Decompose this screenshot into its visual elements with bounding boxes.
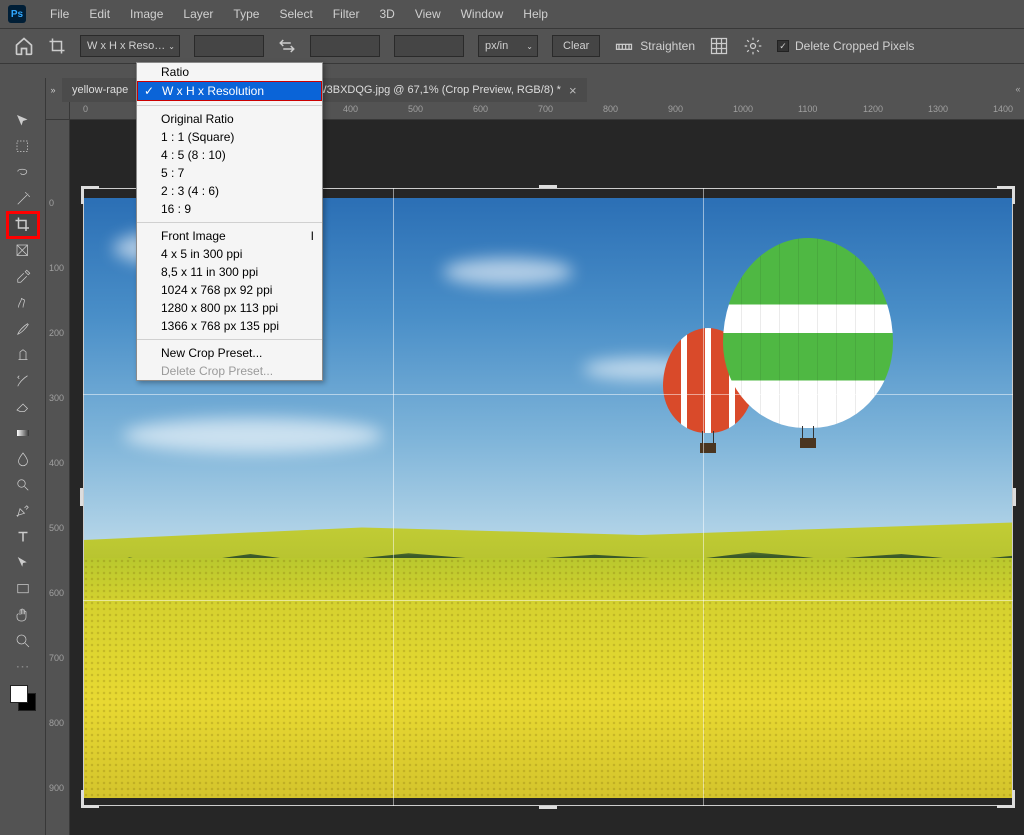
menu-window[interactable]: Window [451, 3, 514, 25]
panel-expand-icon[interactable]: « [1012, 78, 1024, 100]
options-bar: W x H x Reso… ⌄ px/in ⌄ Clear Straighten… [0, 28, 1024, 64]
preset-item[interactable]: 1 : 1 (Square) [137, 128, 322, 146]
brush-tool[interactable] [7, 316, 39, 342]
path-selection-tool[interactable] [7, 550, 39, 576]
menu-3d[interactable]: 3D [369, 3, 404, 25]
menu-bar: Ps FileEditImageLayerTypeSelectFilter3DV… [0, 0, 1024, 28]
balloon-green [723, 238, 893, 448]
unit-label: px/in [485, 40, 508, 52]
hand-tool[interactable] [7, 602, 39, 628]
move-tool[interactable] [7, 108, 39, 134]
crop-options-icon[interactable] [743, 36, 763, 56]
clear-button[interactable]: Clear [552, 35, 600, 57]
menu-image[interactable]: Image [120, 3, 173, 25]
edit-toolbar-icon[interactable]: ⋯ [16, 658, 30, 675]
resolution-unit-select[interactable]: px/in ⌄ [478, 35, 538, 57]
healing-brush-tool[interactable] [7, 290, 39, 316]
pen-tool[interactable] [7, 498, 39, 524]
menu-type[interactable]: Type [223, 3, 269, 25]
crop-height-input[interactable] [310, 35, 380, 57]
history-brush-tool[interactable] [7, 368, 39, 394]
tools-panel: ⋯ [0, 78, 46, 835]
chevron-down-icon: ⌄ [526, 42, 533, 51]
magic-wand-tool[interactable] [7, 186, 39, 212]
tab-chevron-icon[interactable]: » [46, 79, 60, 101]
blur-tool[interactable] [7, 446, 39, 472]
cloud-shape [123, 418, 383, 453]
menu-edit[interactable]: Edit [79, 3, 120, 25]
menu-help[interactable]: Help [513, 3, 558, 25]
swap-dimensions-icon[interactable] [278, 37, 296, 55]
preset-item[interactable]: Ratio [137, 63, 322, 81]
field-region [83, 558, 1013, 798]
dodge-tool[interactable] [7, 472, 39, 498]
preset-item[interactable]: 4 : 5 (8 : 10) [137, 146, 322, 164]
straighten-label[interactable]: Straighten [640, 39, 695, 53]
overlay-grid-icon[interactable] [709, 36, 729, 56]
preset-item[interactable]: ✓W x H x Resolution [137, 81, 322, 101]
eraser-tool[interactable] [7, 394, 39, 420]
rectangle-tool[interactable] [7, 576, 39, 602]
chevron-down-icon: ⌄ [168, 42, 175, 51]
frame-tool[interactable] [7, 238, 39, 264]
document-title-suffix: W3BXDQG.jpg @ 67,1% (Crop Preview, RGB/8… [316, 84, 561, 96]
lasso-tool[interactable] [7, 160, 39, 186]
preset-item[interactable]: 1366 x 768 px 135 ppi [137, 317, 322, 335]
type-tool[interactable] [7, 524, 39, 550]
eyedropper-tool[interactable] [7, 264, 39, 290]
document-title-prefix: yellow-rape [72, 84, 128, 96]
zoom-tool[interactable] [7, 628, 39, 654]
checkbox-icon: ✓ [777, 40, 789, 52]
crop-handle-tm[interactable] [539, 185, 557, 189]
ruler-corner [46, 102, 70, 120]
marquee-tool[interactable] [7, 134, 39, 160]
close-tab-icon[interactable]: × [569, 83, 577, 98]
preset-item[interactable]: 8,5 x 11 in 300 ppi [137, 263, 322, 281]
crop-preset-label: W x H x Reso… [87, 40, 165, 52]
home-icon[interactable] [14, 36, 34, 56]
preset-item[interactable]: 4 x 5 in 300 ppi [137, 245, 322, 263]
menu-file[interactable]: File [40, 3, 79, 25]
color-swatches[interactable] [10, 685, 36, 711]
preset-item[interactable]: Original Ratio [137, 110, 322, 128]
preset-item[interactable]: 2 : 3 (4 : 6) [137, 182, 322, 200]
preset-item[interactable]: Front ImageI [137, 227, 322, 245]
menu-view[interactable]: View [405, 3, 451, 25]
preset-item[interactable]: 5 : 7 [137, 164, 322, 182]
cloud-shape [443, 258, 573, 286]
menu-select[interactable]: Select [269, 3, 322, 25]
app-logo: Ps [8, 5, 26, 23]
crop-handle-bm[interactable] [539, 805, 557, 809]
delete-cropped-checkbox[interactable]: ✓ Delete Cropped Pixels [777, 39, 914, 53]
crop-preset-menu: Ratio✓W x H x Resolution Original Ratio1 … [136, 62, 323, 381]
preset-item[interactable]: 1280 x 800 px 113 ppi [137, 299, 322, 317]
clone-stamp-tool[interactable] [7, 342, 39, 368]
preset-item[interactable]: 1024 x 768 px 92 ppi [137, 281, 322, 299]
gradient-tool[interactable] [7, 420, 39, 446]
preset-item[interactable]: 16 : 9 [137, 200, 322, 218]
crop-tool[interactable] [7, 212, 39, 238]
delete-cropped-label: Delete Cropped Pixels [795, 39, 914, 53]
menu-filter[interactable]: Filter [323, 3, 370, 25]
crop-tool-icon [48, 37, 66, 55]
preset-item: Delete Crop Preset... [137, 362, 322, 380]
ruler-vertical: 0100200300400500600700800900 [46, 120, 70, 835]
menu-layer[interactable]: Layer [173, 3, 223, 25]
crop-resolution-input[interactable] [394, 35, 464, 57]
crop-preset-dropdown[interactable]: W x H x Reso… ⌄ [80, 35, 180, 57]
preset-item[interactable]: New Crop Preset... [137, 344, 322, 362]
straighten-icon[interactable] [614, 36, 634, 56]
crop-width-input[interactable] [194, 35, 264, 57]
